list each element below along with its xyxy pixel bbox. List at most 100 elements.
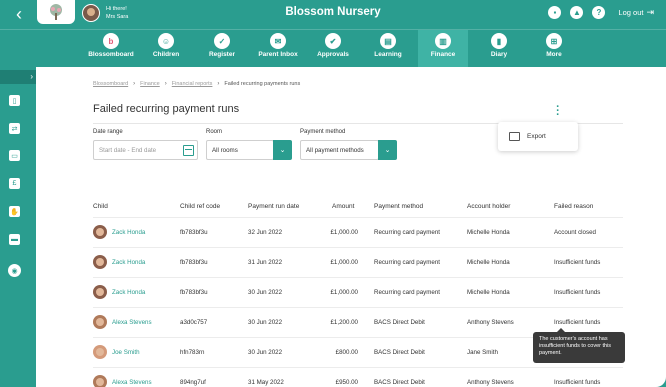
blossom-logo-icon: b: [103, 33, 119, 49]
nav-more[interactable]: ⊞ More: [529, 30, 579, 68]
run-date: 30 Jun 2022: [248, 349, 283, 356]
payment-method: BACS Direct Debit: [374, 349, 425, 356]
breadcrumb: Blossomboard › Finance › Financial repor…: [93, 81, 300, 87]
payment-method: Recurring card payment: [374, 259, 441, 266]
payment-method-select[interactable]: All payment methods: [300, 140, 379, 160]
bell-icon[interactable]: ▲: [570, 6, 584, 19]
diary-icon: ▮: [491, 33, 507, 49]
nav-diary[interactable]: ▮ Diary: [474, 30, 524, 68]
child-ref: fb783bf3u: [180, 229, 208, 236]
calendar-icon[interactable]: [183, 145, 194, 156]
amount: £950.00: [335, 379, 358, 386]
child-ref: a3d0c757: [180, 319, 208, 326]
payment-method-label: Payment method: [300, 129, 346, 135]
child-avatar: [93, 345, 107, 359]
export-icon: [509, 132, 520, 141]
nav-label: Register: [208, 51, 235, 58]
nav-approvals[interactable]: ✔ Approvals: [308, 30, 358, 68]
account-holder: Michelle Honda: [467, 229, 510, 236]
child-name-link[interactable]: Joe Smith: [112, 349, 140, 356]
nav-label: Approvals: [317, 51, 349, 58]
grid-icon: ⊞: [546, 33, 562, 49]
chevron-down-icon[interactable]: ⌄: [378, 140, 397, 160]
table-row[interactable]: Alexa Stevens 894ng7uf 31 May 2022 £950.…: [93, 367, 623, 387]
date-range-input[interactable]: Start date - End date: [93, 140, 198, 160]
payment-method: Recurring card payment: [374, 289, 441, 296]
rail-money-icon[interactable]: £: [9, 178, 20, 189]
help-icon[interactable]: ?: [592, 6, 606, 19]
nav-learning[interactable]: ▤ Learning: [363, 30, 413, 68]
amount: £1,000.00: [330, 289, 358, 296]
chart-icon: ▥: [435, 33, 451, 49]
rail-reports-icon[interactable]: ◉: [8, 264, 21, 277]
child-ref: fb783bf3u: [180, 289, 208, 296]
failed-reason[interactable]: Insufficient funds: [554, 259, 600, 266]
room-select[interactable]: All rooms: [206, 140, 274, 160]
rail-document-icon[interactable]: ▯: [9, 95, 20, 106]
rail-card-icon[interactable]: ▬: [9, 234, 20, 245]
nav-children[interactable]: ☺ Children: [141, 30, 191, 68]
run-date: 31 Jun 2022: [248, 259, 283, 266]
book-icon: ▤: [380, 33, 396, 49]
child-face-icon: ☺: [158, 33, 174, 49]
child-avatar: [93, 285, 107, 299]
table-row[interactable]: Zack Honda fb783bf3u 30 Jun 2022 £1,000.…: [93, 277, 623, 307]
rail-invoice-icon[interactable]: ▭: [9, 150, 20, 161]
account-holder: Michelle Honda: [467, 259, 510, 266]
run-date: 31 May 2022: [248, 379, 284, 386]
clipboard-check-icon: ✔: [325, 33, 341, 49]
col-account-holder: Account holder: [467, 203, 511, 210]
messages-icon[interactable]: ▪: [548, 6, 562, 19]
table-row[interactable]: Zack Honda fb783bf3u 32 Jun 2022 £1,000.…: [93, 217, 623, 247]
breadcrumb-blossomboard[interactable]: Blossomboard: [93, 81, 128, 87]
table-row[interactable]: Zack Honda fb783bf3u 31 Jun 2022 £1,000.…: [93, 247, 623, 277]
nav-finance[interactable]: ▥ Finance: [418, 30, 468, 68]
child-ref: 894ng7uf: [180, 379, 206, 386]
col-failed-reason: Failed reason: [554, 203, 594, 210]
breadcrumb-finance[interactable]: Finance: [140, 81, 160, 87]
export-button[interactable]: Export: [527, 133, 546, 140]
breadcrumb-financial-reports[interactable]: Financial reports: [172, 81, 213, 87]
logout-label: Log out: [618, 8, 644, 17]
side-rail: › ▯ ⇄ ▭ £ ✋ ▬ ◉: [0, 67, 38, 387]
child-ref: fb783bf3u: [180, 259, 208, 266]
app-window: ‹ Hi there! Mrs Sara Blossom Nursery ▪ ▲…: [0, 0, 666, 387]
col-amount: Amount: [332, 203, 355, 210]
child-name-link[interactable]: Alexa Stevens: [112, 319, 152, 326]
account-holder: Michelle Honda: [467, 289, 510, 296]
rail-transfer-icon[interactable]: ⇄: [9, 123, 20, 134]
account-holder: Jane Smith: [467, 349, 498, 356]
chevron-right-icon: ›: [133, 81, 136, 87]
run-date: 30 Jun 2022: [248, 319, 283, 326]
top-bar: ‹ Hi there! Mrs Sara Blossom Nursery ▪ ▲…: [0, 0, 666, 29]
nav-parent-inbox[interactable]: ✉ Parent Inbox: [253, 30, 303, 68]
child-name-link[interactable]: Zack Honda: [112, 289, 145, 296]
inbox-icon: ✉: [270, 33, 286, 49]
logout-button[interactable]: Log out ⇥: [618, 7, 654, 18]
child-name-link[interactable]: Zack Honda: [112, 229, 145, 236]
nav-label: Children: [152, 51, 180, 58]
failed-reason[interactable]: Insufficient funds: [554, 289, 600, 296]
child-avatar: [93, 375, 107, 387]
nav-register[interactable]: ✓ Register: [197, 30, 247, 68]
page-title: Failed recurring payment runs: [93, 103, 240, 115]
child-name-link[interactable]: Zack Honda: [112, 259, 145, 266]
failed-reason[interactable]: Insufficient funds: [554, 379, 600, 386]
chevron-down-icon[interactable]: ⌄: [273, 140, 292, 160]
room-value: All rooms: [212, 146, 238, 154]
child-name-link[interactable]: Alexa Stevens: [112, 379, 152, 386]
run-date: 32 Jun 2022: [248, 229, 283, 236]
rail-hand-icon[interactable]: ✋: [9, 206, 20, 217]
nav-blossomboard[interactable]: b Blossomboard: [86, 30, 136, 68]
rail-expand-icon[interactable]: ›: [0, 70, 38, 84]
export-menu: Export: [498, 122, 578, 151]
nav-label: Learning: [374, 51, 402, 58]
chevron-right-icon: ›: [217, 81, 220, 87]
main-nav: b Blossomboard ☺ Children ✓ Register ✉ P…: [0, 29, 666, 68]
more-options-icon[interactable]: · · ·: [555, 102, 561, 121]
nav-label: Diary: [490, 51, 508, 58]
failed-reason[interactable]: Account closed: [554, 229, 596, 236]
failed-reason[interactable]: Insufficient funds: [554, 319, 600, 326]
child-avatar: [93, 255, 107, 269]
nav-label: More: [546, 51, 562, 58]
